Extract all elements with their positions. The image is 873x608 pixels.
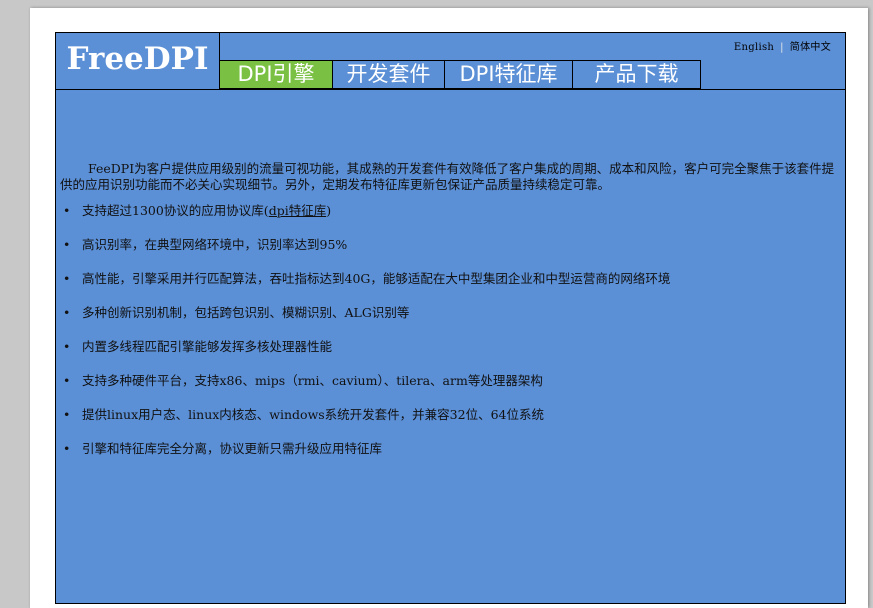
bullet-icon: •: [63, 305, 71, 320]
bullet-icon: •: [63, 407, 71, 422]
feature-text: 支持超过1300协议的应用协议库(: [82, 203, 269, 218]
dpi-signature-link[interactable]: dpi特征库: [269, 203, 327, 218]
bullet-icon: •: [63, 271, 71, 286]
feature-text: 内置多线程匹配引擎能够发挥多核处理器性能: [82, 339, 333, 354]
feature-item: • 内置多线程匹配引擎能够发挥多核处理器性能: [60, 339, 840, 355]
main-nav: DPI引擎 开发套件 DPI特征库 产品下载: [219, 60, 701, 89]
feature-text: 多种创新识别机制，包括跨包识别、模糊识别、ALG识别等: [82, 305, 410, 320]
feature-list: • 支持超过1300协议的应用协议库(dpi特征库) • 高识别率，在典型网络环…: [60, 203, 840, 457]
feature-item: • 高识别率，在典型网络环境中，识别率达到95%: [60, 237, 840, 253]
nav-tab-label: DPI特征库: [459, 62, 558, 86]
feature-item: • 引擎和特征库完全分离，协议更新只需升级应用特征库: [60, 441, 840, 457]
feature-text-suffix: ): [326, 203, 332, 218]
nav-tab-dpi-signatures[interactable]: DPI特征库: [445, 60, 573, 89]
bullet-icon: •: [63, 237, 71, 252]
feature-item: • 支持超过1300协议的应用协议库(dpi特征库): [60, 203, 840, 219]
site-header: FreeDPI English | 简体中文 DPI引擎 开发套件 DPI特征库 产…: [56, 33, 845, 90]
site-frame: FreeDPI English | 简体中文 DPI引擎 开发套件 DPI特征库 产…: [55, 32, 846, 604]
feature-item: • 高性能，引擎采用并行匹配算法，吞吐指标达到40G，能够适配在大中型集团企业和…: [60, 271, 840, 287]
nav-tab-label: 开发套件: [346, 62, 431, 86]
lang-separator: |: [780, 42, 784, 53]
nav-tab-label: DPI引擎: [237, 62, 315, 86]
feature-item: • 提供linux用户态、linux内核态、windows系统开发套件，并兼容3…: [60, 407, 840, 423]
intro-paragraph: FeeDPI为客户提供应用级别的流量可视功能，其成熟的开发套件有效降低了客户集成…: [60, 161, 835, 192]
feature-item: • 支持多种硬件平台，支持x86、mips（rmi、cavium）、tilera…: [60, 373, 840, 389]
lang-english-link[interactable]: English: [734, 42, 774, 53]
bullet-icon: •: [63, 373, 71, 388]
bullet-icon: •: [63, 441, 71, 456]
nav-tab-downloads[interactable]: 产品下载: [573, 60, 701, 89]
lang-chinese-link[interactable]: 简体中文: [790, 42, 831, 53]
nav-tab-dev-kit[interactable]: 开发套件: [333, 60, 445, 89]
feature-text: 引擎和特征库完全分离，协议更新只需升级应用特征库: [82, 441, 383, 456]
feature-text: 高性能，引擎采用并行匹配算法，吞吐指标达到40G，能够适配在大中型集团企业和中型…: [82, 271, 671, 286]
nav-tab-dpi-engine[interactable]: DPI引擎: [219, 60, 333, 89]
feature-text: 高识别率，在典型网络环境中，识别率达到95%: [82, 237, 348, 252]
feature-text: 支持多种硬件平台，支持x86、mips（rmi、cavium）、tilera、a…: [82, 373, 543, 388]
bullet-icon: •: [63, 339, 71, 354]
language-switcher: English | 简体中文: [734, 38, 831, 53]
nav-tab-label: 产品下载: [594, 62, 679, 86]
main-content: FeeDPI为客户提供应用级别的流量可视功能，其成熟的开发套件有效降低了客户集成…: [60, 161, 840, 475]
feature-text: 提供linux用户态、linux内核态、windows系统开发套件，并兼容32位…: [82, 407, 544, 422]
feature-item: • 多种创新识别机制，包括跨包识别、模糊识别、ALG识别等: [60, 305, 840, 321]
bullet-icon: •: [63, 203, 71, 218]
site-logo[interactable]: FreeDPI: [56, 33, 220, 89]
